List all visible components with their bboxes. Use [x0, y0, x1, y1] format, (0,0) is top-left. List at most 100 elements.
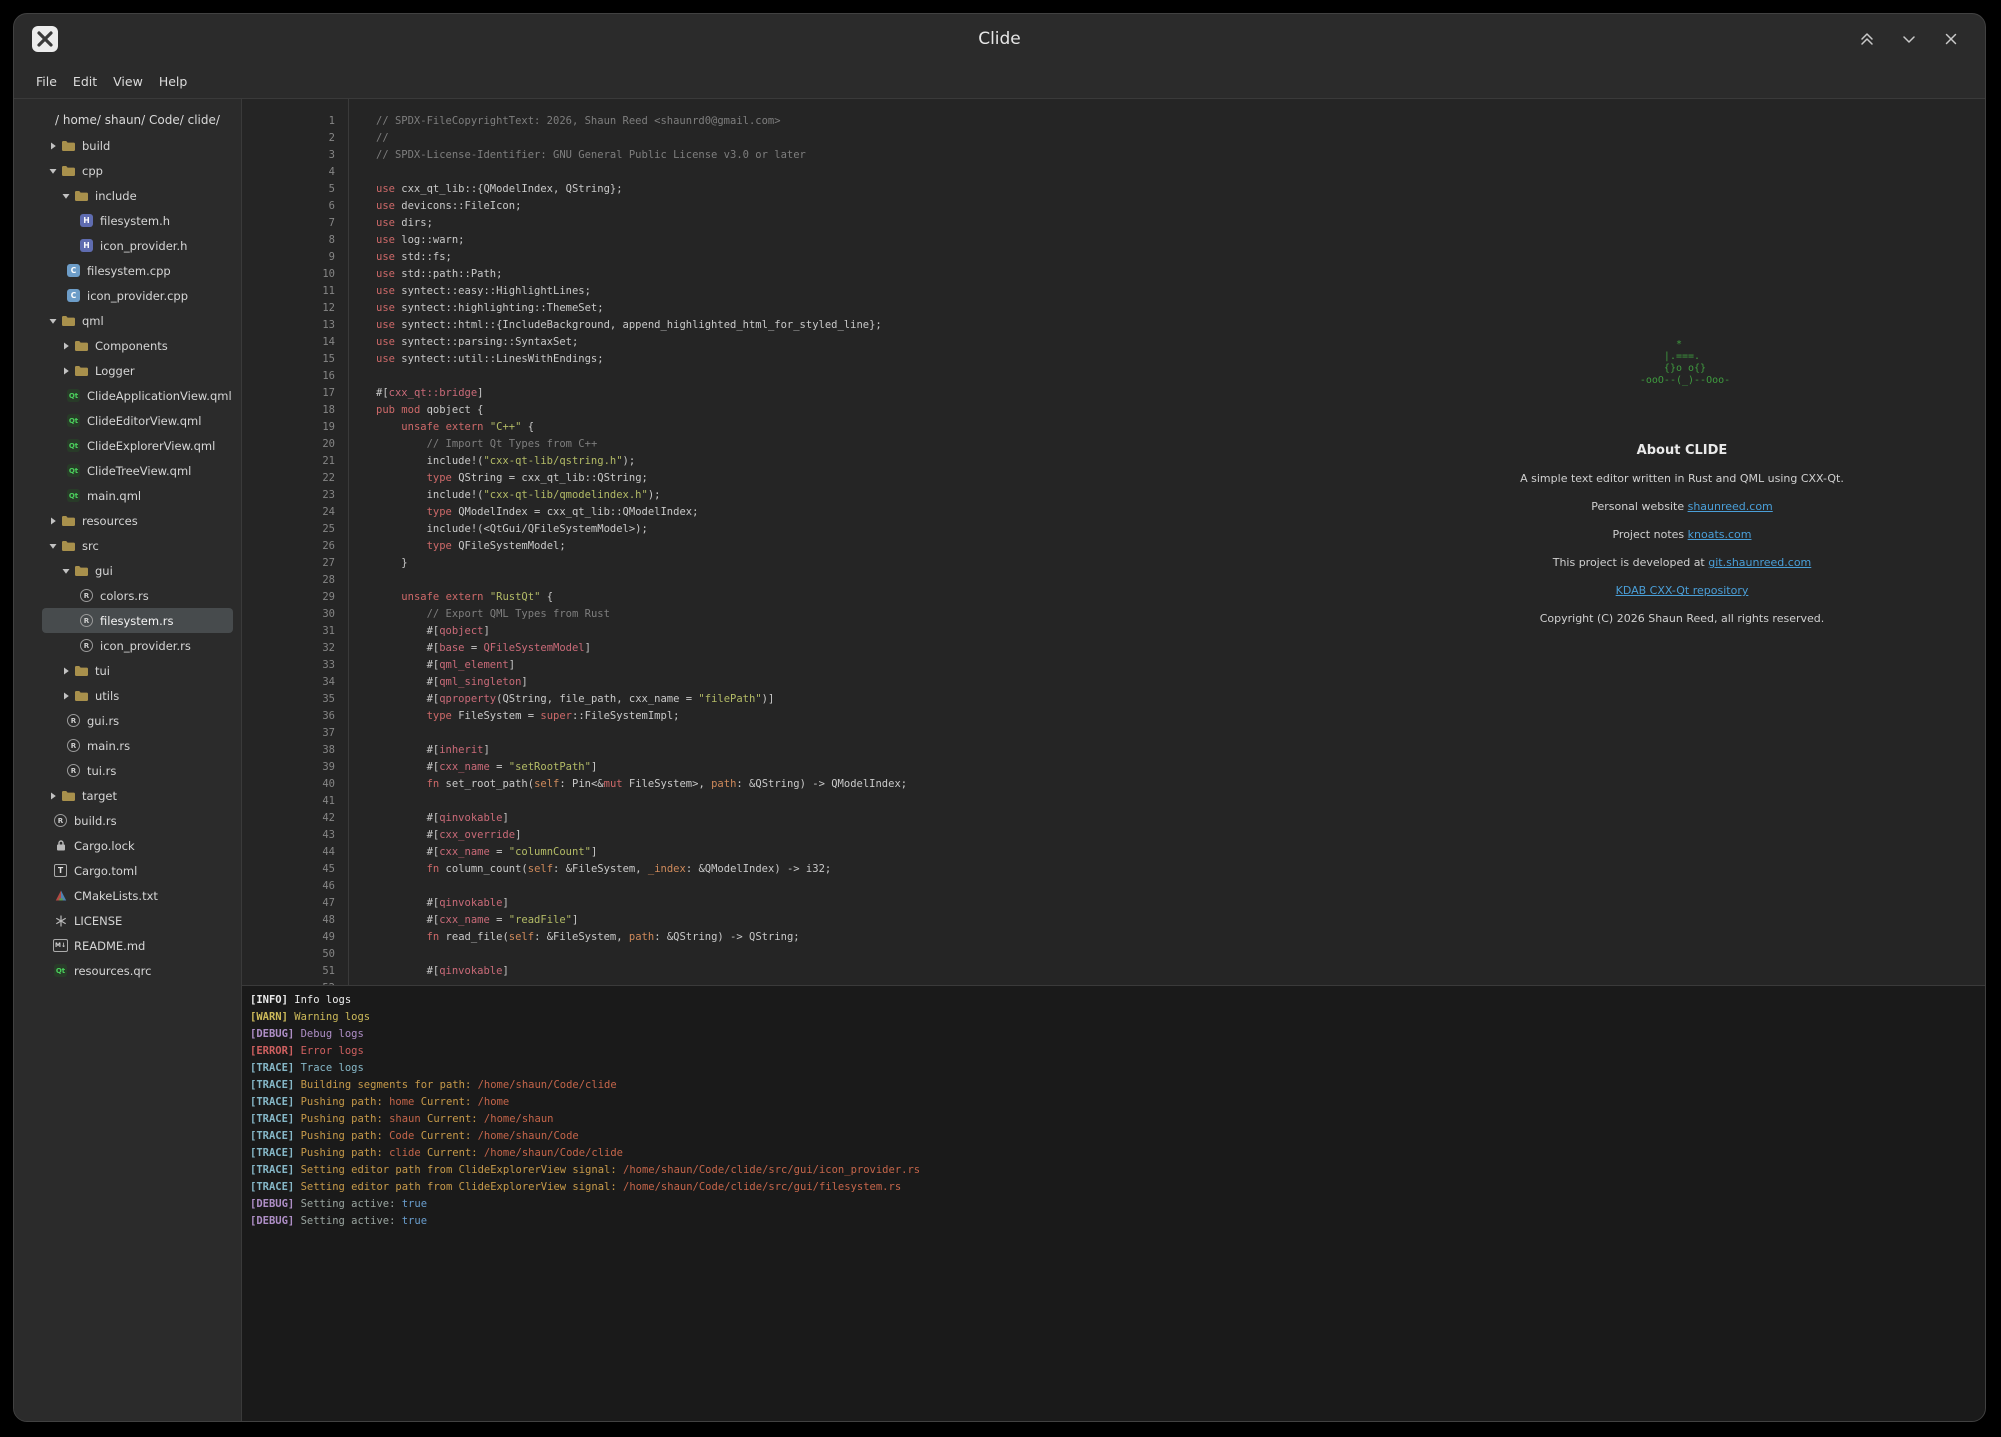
tree-item-Components[interactable]: Components [42, 333, 233, 358]
tree-item-label: Cargo.lock [74, 839, 135, 853]
tree-item-label: gui.rs [87, 714, 119, 728]
arrow-right-icon [48, 791, 61, 801]
menu-view[interactable]: View [105, 71, 151, 92]
tree-item-filesystem.h[interactable]: Hfilesystem.h [42, 208, 233, 233]
tree-item-label: filesystem.rs [100, 614, 173, 628]
line-number: 36 [242, 708, 335, 725]
arrow-right-icon [48, 141, 61, 151]
link-git-shaunreed-com[interactable]: git.shaunreed.com [1708, 556, 1811, 569]
line-number: 3 [242, 147, 335, 164]
about-text-segment: A simple text editor written in Rust and… [1520, 472, 1844, 485]
license-icon [53, 915, 68, 927]
tree-item-ClideExplorerView.qml[interactable]: QtClideExplorerView.qml [42, 433, 233, 458]
tree-item-tui.rs[interactable]: Rtui.rs [42, 758, 233, 783]
tree-item-label: main.rs [87, 739, 130, 753]
line-number: 44 [242, 844, 335, 861]
line-number: 10 [242, 266, 335, 283]
tree-item-build.rs[interactable]: Rbuild.rs [42, 808, 233, 833]
line-number: 15 [242, 351, 335, 368]
tree-item-CMakeLists.txt[interactable]: CMakeLists.txt [42, 883, 233, 908]
folder-icon [61, 140, 76, 152]
log-line: [INFO] Info logs [250, 992, 1985, 1009]
tree-item-label: build [82, 139, 110, 153]
line-number: 17 [242, 385, 335, 402]
menu-file[interactable]: File [28, 71, 65, 92]
tree-item-label: tui.rs [87, 764, 116, 778]
tree-item-icon_provider.cpp[interactable]: Cicon_provider.cpp [42, 283, 233, 308]
tree-item-label: src [82, 539, 99, 553]
rs-icon: R [66, 764, 81, 777]
tree-item-Cargo.lock[interactable]: Cargo.lock [42, 833, 233, 858]
line-number: 14 [242, 334, 335, 351]
app-icon [32, 26, 58, 52]
line-number: 20 [242, 436, 335, 453]
tree-item-cpp[interactable]: cpp [42, 158, 233, 183]
tree-item-colors.rs[interactable]: Rcolors.rs [42, 583, 233, 608]
tree-item-Logger[interactable]: Logger [42, 358, 233, 383]
close-button[interactable] [1941, 29, 1961, 49]
line-number: 49 [242, 929, 335, 946]
code-line [376, 164, 1985, 181]
line-number: 47 [242, 895, 335, 912]
tree-item-qml[interactable]: qml [42, 308, 233, 333]
tree-item-README.md[interactable]: M↓README.md [42, 933, 233, 958]
link-knoats-com[interactable]: knoats.com [1688, 528, 1752, 541]
folder-icon [61, 165, 76, 177]
tree-item-gui[interactable]: gui [42, 558, 233, 583]
tree-item-ClideApplicationView.qml[interactable]: QtClideApplicationView.qml [42, 383, 233, 408]
tree-item-icon_provider.rs[interactable]: Ricon_provider.rs [42, 633, 233, 658]
code-line: #[qinvokable] [376, 810, 1985, 827]
menu-edit[interactable]: Edit [65, 71, 105, 92]
tree-item-resources.qrc[interactable]: Qtresources.qrc [42, 958, 233, 983]
tree-item-main.qml[interactable]: Qtmain.qml [42, 483, 233, 508]
tree-item-Cargo.toml[interactable]: TCargo.toml [42, 858, 233, 883]
lock-icon [53, 839, 68, 852]
menu-help[interactable]: Help [151, 71, 196, 92]
tree-item-tui[interactable]: tui [42, 658, 233, 683]
code-line: use dirs; [376, 215, 1985, 232]
log-line: [TRACE] Pushing path: Code Current: /hom… [250, 1128, 1985, 1145]
tree-item-LICENSE[interactable]: LICENSE [42, 908, 233, 933]
shade-button[interactable] [1857, 29, 1877, 49]
editor-view[interactable]: 1234567891011121314151617181920212223242… [242, 99, 1985, 985]
arrow-right-icon [61, 691, 74, 701]
tree-item-resources[interactable]: resources [42, 508, 233, 533]
tree-item-gui.rs[interactable]: Rgui.rs [42, 708, 233, 733]
tree-item-icon_provider.h[interactable]: Hicon_provider.h [42, 233, 233, 258]
tree-item-src[interactable]: src [42, 533, 233, 558]
line-number: 39 [242, 759, 335, 776]
qt-icon: Qt [53, 964, 68, 977]
tree-item-build[interactable]: build [42, 133, 233, 158]
line-number: 21 [242, 453, 335, 470]
h-icon: H [79, 239, 94, 252]
tree-item-label: build.rs [74, 814, 117, 828]
folder-icon [74, 190, 89, 202]
minimize-button[interactable] [1899, 29, 1919, 49]
tree-item-label: utils [95, 689, 119, 703]
tree-item-utils[interactable]: utils [42, 683, 233, 708]
tree-item-main.rs[interactable]: Rmain.rs [42, 733, 233, 758]
log-panel: [INFO] Info logs[WARN] Warning logs[DEBU… [242, 985, 1985, 1421]
log-line: [TRACE] Pushing path: clide Current: /ho… [250, 1145, 1985, 1162]
line-number: 5 [242, 181, 335, 198]
arrow-down-icon [61, 566, 74, 576]
tree-item-target[interactable]: target [42, 783, 233, 808]
window-title: Clide [978, 29, 1021, 49]
line-number: 19 [242, 419, 335, 436]
arrow-down-icon [48, 316, 61, 326]
tree-item-filesystem.cpp[interactable]: Cfilesystem.cpp [42, 258, 233, 283]
line-number: 28 [242, 572, 335, 589]
link-shaunreed-com[interactable]: shaunreed.com [1688, 500, 1773, 513]
tree-item-ClideTreeView.qml[interactable]: QtClideTreeView.qml [42, 458, 233, 483]
line-number: 27 [242, 555, 335, 572]
tree-item-include[interactable]: include [42, 183, 233, 208]
tree-item-ClideEditorView.qml[interactable]: QtClideEditorView.qml [42, 408, 233, 433]
code-line: fn set_root_path(self: Pin<&mut FileSyst… [376, 776, 1985, 793]
folder-icon [74, 665, 89, 677]
tree-item-label: resources [82, 514, 138, 528]
link-kdab-cxx-qt-repository[interactable]: KDAB CXX-Qt repository [1616, 584, 1749, 597]
arrow-down-icon [48, 541, 61, 551]
cpp-icon: C [66, 264, 81, 277]
tree-item-filesystem.rs[interactable]: Rfilesystem.rs [42, 608, 233, 633]
line-number: 41 [242, 793, 335, 810]
